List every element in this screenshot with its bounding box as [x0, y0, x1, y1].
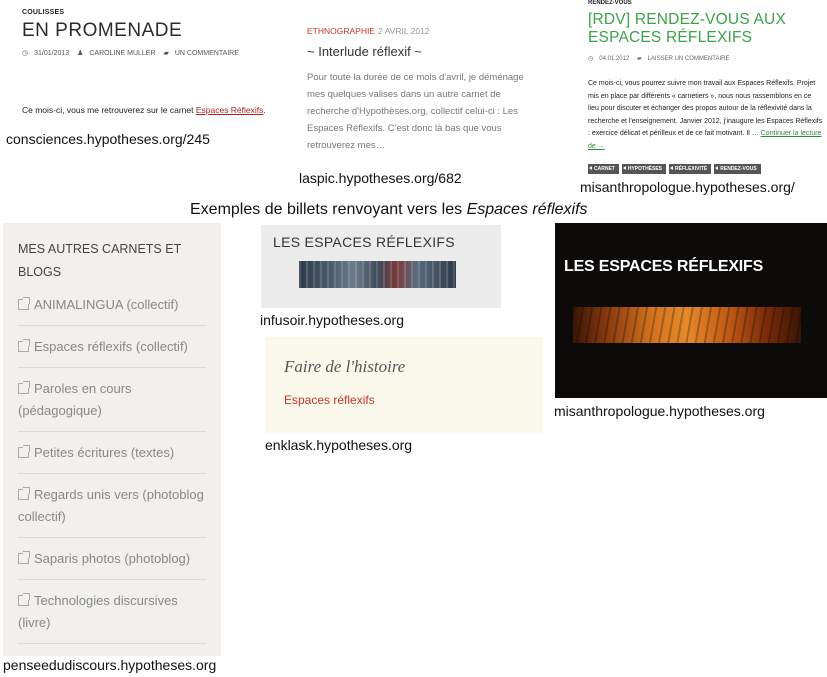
- screenshot-caption: penseedudiscours.hypotheses.org: [3, 657, 217, 673]
- blog-link-label[interactable]: Paroles en cours (pédagogique): [18, 381, 132, 418]
- widget-title: MES AUTRES CARNETS ET BLOGS: [18, 242, 181, 279]
- screenshot-caption: laspic.hypotheses.org/682: [299, 170, 462, 186]
- screenshot-caption: enklask.hypotheses.org: [265, 437, 413, 453]
- tag-carnet[interactable]: CARNET: [588, 164, 619, 174]
- screenshot-caption: misanthropologue.hypotheses.org/: [580, 179, 795, 195]
- list-item[interactable]: Espaces réflexifs (collectif): [18, 326, 206, 368]
- widget-title[interactable]: LES ESPACES RÉFLEXIFS: [273, 234, 455, 250]
- excerpt-text: Ce mois-ci, vous me retrouverez sur le c…: [22, 105, 196, 115]
- enklask-widget: Faire de l'histoire Espaces réflexifs: [265, 337, 543, 433]
- post-excerpt: Ce mois-ci, vous pourrez suivre mon trav…: [588, 78, 824, 153]
- excerpt-text: Ce mois-ci, vous pourrez suivre mon trav…: [588, 80, 823, 137]
- excerpt-text-end: .: [263, 105, 266, 115]
- misanthropologue-widget: LES ESPACES RÉFLEXIFS: [555, 223, 827, 398]
- external-link-icon: [18, 381, 30, 394]
- comment-icon: ▰: [163, 50, 169, 57]
- blogs-sidebar-widget: MES AUTRES CARNETS ET BLOGS ANIMALINGUA …: [3, 223, 221, 656]
- post-date: 2 AVRIL 2012: [378, 26, 430, 36]
- blog-link-list: ANIMALINGUA (collectif) Espaces réflexif…: [18, 286, 206, 644]
- list-item[interactable]: Saparis photos (photoblog): [18, 538, 206, 580]
- screenshot-caption: consciences.hypotheses.org/245: [6, 131, 210, 147]
- external-link-icon: [18, 487, 30, 500]
- post-meta: ◷ 04.01.2012 ▰ LAISSER UN COMMENTAIRE: [588, 55, 735, 62]
- blog-link-label[interactable]: Technologies discursives (livre): [18, 593, 178, 630]
- tag-rendez-vous[interactable]: RENDEZ-VOUS: [714, 164, 761, 174]
- heading-emphasis: Espaces réflexifs: [466, 201, 588, 218]
- screenshot-caption: misanthropologue.hypotheses.org: [554, 403, 765, 419]
- post-date[interactable]: 04.01.2012: [599, 56, 629, 62]
- heading-text: Exemples de billets renvoyant vers les: [190, 201, 467, 218]
- blog-link-label[interactable]: Espaces réflexifs (collectif): [34, 339, 188, 354]
- post-title[interactable]: EN PROMENADE: [22, 20, 182, 42]
- list-item[interactable]: Paroles en cours (pédagogique): [18, 368, 206, 432]
- tag-hypotheses[interactable]: HYPOTHÈSES: [621, 164, 667, 174]
- screenshot-caption: infusoir.hypotheses.org: [260, 312, 404, 328]
- section-heading: Exemples de billets renvoyant vers les E…: [190, 201, 588, 219]
- external-link-icon: [18, 593, 30, 606]
- external-link-icon: [18, 551, 30, 564]
- list-item[interactable]: Petites écritures (textes): [18, 432, 206, 474]
- espaces-reflexifs-link[interactable]: Espaces réflexifs: [284, 393, 375, 407]
- external-link-icon: [18, 297, 30, 310]
- widget-title: Faire de l'histoire: [284, 357, 406, 376]
- post-meta: ◷ 31/01/2013 ♟ CAROLINE MULLER ▰ UN COMMENT…: [22, 49, 245, 57]
- blog-link-label[interactable]: Saparis photos (photoblog): [34, 551, 190, 566]
- external-link-icon: [18, 445, 30, 458]
- blog-link-label[interactable]: Petites écritures (textes): [34, 445, 174, 460]
- tag-list: CARNET HYPOTHÈSES RÉFLEXIVITÉ RENDEZ-VOU…: [588, 164, 761, 174]
- widget-title[interactable]: LES ESPACES RÉFLEXIFS: [564, 258, 763, 276]
- banner-image[interactable]: [573, 307, 801, 343]
- tag-reflexivite[interactable]: RÉFLEXIVITÉ: [669, 164, 712, 174]
- clock-icon: ◷: [588, 56, 594, 62]
- post-comments[interactable]: UN COMMENTAIRE: [175, 50, 239, 57]
- post-title[interactable]: ~ Interlude réflexif ~: [307, 44, 422, 59]
- post-category[interactable]: ETHNOGRAPHIE: [307, 26, 375, 36]
- comment-icon: ▰: [636, 56, 642, 62]
- espaces-reflexifs-link[interactable]: Espaces Réflexifs: [196, 105, 264, 115]
- post-title[interactable]: [RDV] RENDEZ-VOUS AUX ESPACES RÉFLEXIFS: [588, 11, 824, 47]
- clock-icon: ◷: [22, 50, 29, 57]
- list-item[interactable]: ANIMALINGUA (collectif): [18, 286, 206, 326]
- post-date[interactable]: 31/01/2013: [34, 50, 69, 57]
- post-category[interactable]: COULISSES: [22, 9, 64, 16]
- banner-image[interactable]: [299, 261, 456, 288]
- post-excerpt: Pour toute la durée de ce mois d'avril, …: [307, 72, 524, 151]
- list-item[interactable]: Technologies discursives (livre): [18, 580, 206, 644]
- external-link-icon: [18, 339, 30, 352]
- post-header: ETHNOGRAPHIE 2 AVRIL 2012: [307, 26, 430, 36]
- post-author[interactable]: CAROLINE MULLER: [89, 50, 155, 57]
- post-category[interactable]: RENDEZ-VOUS: [588, 0, 632, 6]
- post-comments[interactable]: LAISSER UN COMMENTAIRE: [648, 56, 730, 62]
- blog-link-label[interactable]: Regards unis vers (photoblog collectif): [18, 487, 204, 524]
- infusoir-widget: LES ESPACES RÉFLEXIFS: [261, 225, 501, 308]
- user-icon: ♟: [77, 50, 84, 57]
- list-item[interactable]: Regards unis vers (photoblog collectif): [18, 474, 206, 538]
- post-excerpt: Ce mois-ci, vous me retrouverez sur le c…: [22, 105, 266, 115]
- blog-link-label[interactable]: ANIMALINGUA (collectif): [34, 297, 178, 312]
